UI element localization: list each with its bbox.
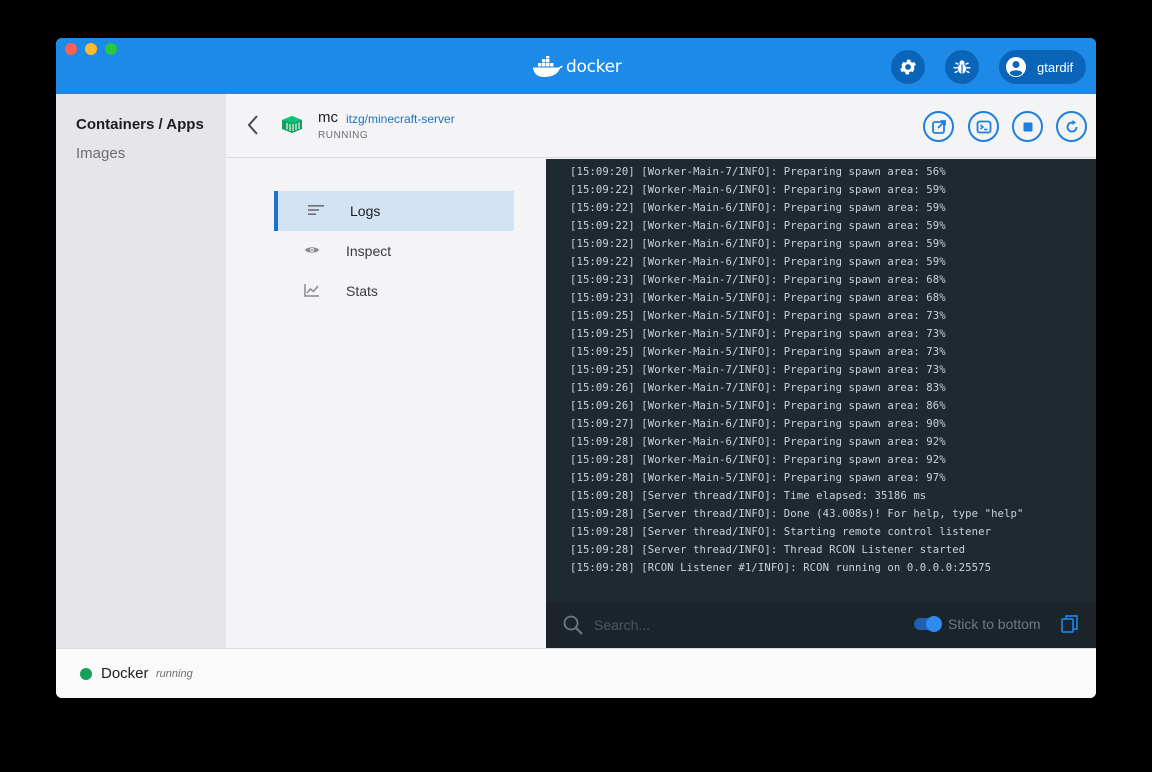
log-line: [15:09:22] [Worker-Main-6/INFO]: Prepari… [570,238,946,250]
terminal-icon [976,120,991,133]
sidebar-item-containers-apps[interactable]: Containers / Apps [76,116,204,133]
chevron-left-icon [247,115,258,135]
log-line: [15:09:28] [Server thread/INFO]: Thread … [570,544,966,556]
log-line: [15:09:25] [Worker-Main-5/INFO]: Prepari… [570,310,946,322]
log-search-input[interactable] [594,614,894,636]
log-line: [15:09:25] [Worker-Main-7/INFO]: Prepari… [570,364,946,376]
log-line: [15:09:25] [Worker-Main-5/INFO]: Prepari… [570,328,946,340]
restart-button[interactable] [1056,111,1087,142]
container-status: RUNNING [318,130,369,141]
log-toolbar: Stick to bottom [546,602,1096,648]
bug-icon [953,60,971,74]
docker-engine-label: Docker [101,665,149,682]
log-line: [15:09:27] [Worker-Main-6/INFO]: Prepari… [570,418,946,430]
copy-logs-button[interactable] [1060,614,1080,639]
log-line: [15:09:28] [Server thread/INFO]: Startin… [570,526,992,538]
log-line: [15:09:23] [Worker-Main-7/INFO]: Prepari… [570,274,946,286]
account-button[interactable]: gtardif [999,50,1086,84]
log-line: [15:09:26] [Worker-Main-7/INFO]: Prepari… [570,382,946,394]
log-line: [15:09:28] [Server thread/INFO]: Done (4… [570,508,1024,520]
back-button[interactable] [246,114,260,141]
log-line: [15:09:22] [Worker-Main-6/INFO]: Prepari… [570,184,946,196]
log-line: [15:09:28] [RCON Listener #1/INFO]: RCON… [570,562,992,574]
log-line: [15:09:28] [Worker-Main-6/INFO]: Prepari… [570,436,946,448]
maximize-window-button[interactable] [105,43,117,55]
troubleshoot-button[interactable] [945,50,979,84]
log-line: [15:09:22] [Worker-Main-6/INFO]: Prepari… [570,202,946,214]
container-name: mc [318,109,338,126]
tab-logs-label: Logs [350,203,381,219]
log-line: [15:09:25] [Worker-Main-5/INFO]: Prepari… [570,346,946,358]
title-bar: docker gtardif [56,38,1096,94]
open-in-browser-button[interactable] [923,111,954,142]
chart-icon [304,283,320,302]
minimize-window-button[interactable] [85,43,97,55]
username: gtardif [1037,59,1074,75]
brand-name: docker [566,57,622,77]
eye-icon [304,243,320,262]
external-link-icon [931,119,946,134]
gear-icon [900,59,916,75]
container-icon [280,114,304,139]
app-window: docker gtardif Containers / Apps Images … [56,38,1096,698]
stop-icon [1023,122,1032,131]
docker-engine-state: running [156,668,193,680]
toggle-knob [926,616,942,632]
stop-button[interactable] [1012,111,1043,142]
status-bar: Docker running [56,648,1096,698]
log-line: [15:09:23] [Worker-Main-5/INFO]: Prepari… [570,292,946,304]
close-window-button[interactable] [65,43,77,55]
log-line: [15:09:26] [Worker-Main-5/INFO]: Prepari… [570,400,946,412]
logs-icon [308,203,324,222]
search-icon [562,614,584,641]
container-image-link[interactable]: itzg/minecraft-server [346,112,455,126]
docker-status-indicator [80,668,92,680]
tab-inspect[interactable]: Inspect [274,231,514,271]
log-output[interactable]: [15:09:20] [Worker-Main-7/INFO]: Prepari… [546,159,1096,602]
log-line: [15:09:22] [Worker-Main-6/INFO]: Prepari… [570,256,946,268]
tab-inspect-label: Inspect [346,243,392,259]
restart-icon [1066,119,1077,132]
log-line: [15:09:28] [Server thread/INFO]: Time el… [570,490,927,502]
stick-to-bottom-label: Stick to bottom [948,616,1041,632]
docker-whale-icon [533,56,563,77]
sidebar: Containers / Apps Images [56,94,226,648]
log-line: [15:09:22] [Worker-Main-6/INFO]: Prepari… [570,220,946,232]
copy-icon [1061,615,1078,633]
settings-button[interactable] [891,50,925,84]
container-tabs: Logs Inspect Stats [226,159,546,648]
log-line: [15:09:20] [Worker-Main-7/INFO]: Prepari… [570,166,946,178]
stick-to-bottom-toggle[interactable] [914,616,942,632]
sidebar-item-images[interactable]: Images [76,145,125,162]
docker-logo: docker [532,54,622,80]
container-header: mc itzg/minecraft-server RUNNING [226,94,1096,158]
log-line: [15:09:28] [Worker-Main-5/INFO]: Prepari… [570,472,946,484]
tab-stats[interactable]: Stats [274,271,514,311]
tab-stats-label: Stats [346,283,378,299]
log-line: [15:09:28] [Worker-Main-6/INFO]: Prepari… [570,454,946,466]
cli-button[interactable] [968,111,999,142]
user-avatar-icon [1006,57,1026,77]
tab-logs[interactable]: Logs [274,191,514,231]
